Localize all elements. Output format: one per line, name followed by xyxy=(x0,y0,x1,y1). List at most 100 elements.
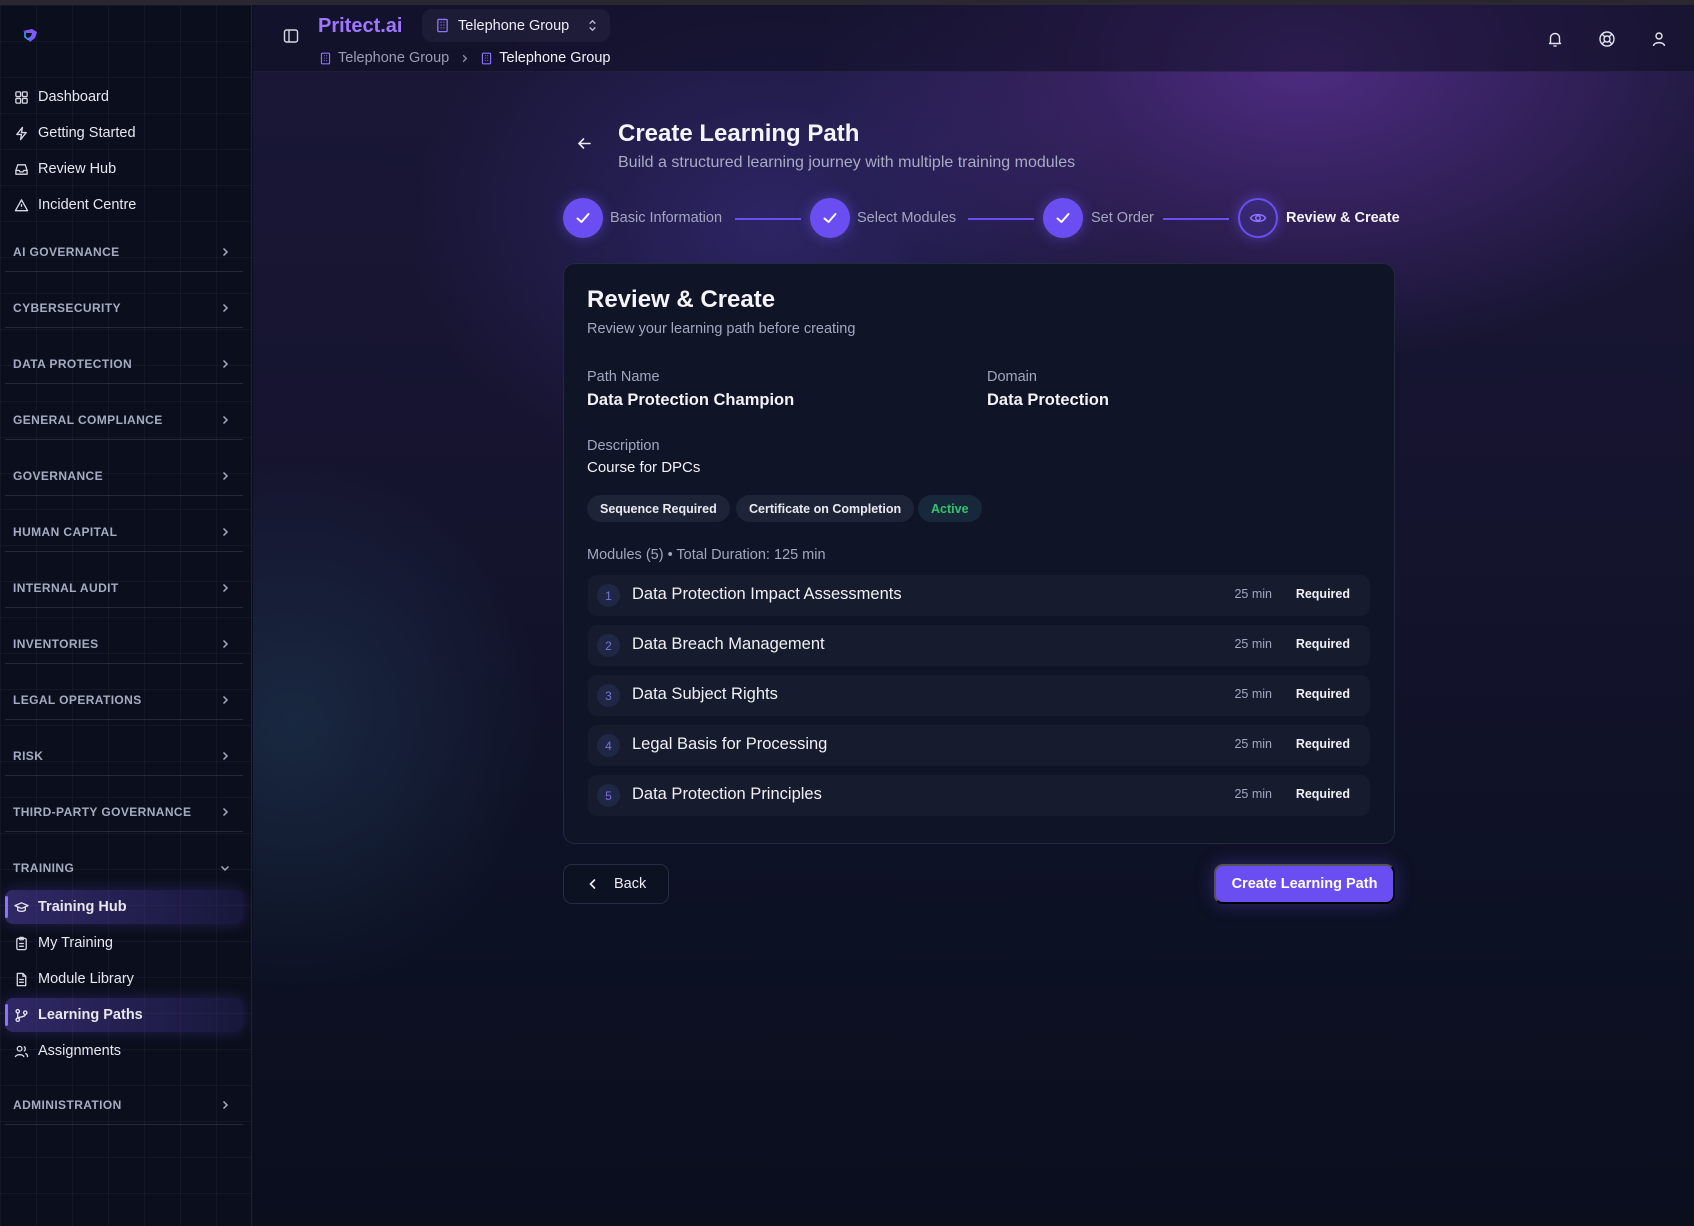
step-label: Basic Information xyxy=(610,210,723,226)
module-duration: 25 min xyxy=(1234,787,1272,801)
step-connector xyxy=(968,218,1034,220)
module-required-label: Required xyxy=(1295,787,1350,801)
step-connector xyxy=(735,218,801,220)
modules-summary: Modules (5) • Total Duration: 125 min xyxy=(587,547,826,563)
chevron-right-icon xyxy=(459,53,470,64)
module-row: 4 Legal Basis for Processing 25 min Requ… xyxy=(588,725,1370,766)
clipboard-icon xyxy=(13,935,29,951)
step-basic-information[interactable] xyxy=(563,198,603,238)
organization-switcher[interactable]: Telephone Group xyxy=(422,9,610,42)
module-number: 3 xyxy=(597,684,620,707)
section-third-party-governance[interactable]: THIRD-PARTY GOVERNANCE xyxy=(5,792,243,832)
chevron-left-icon xyxy=(589,879,596,889)
sidebar-item-label: Assignments xyxy=(38,1043,122,1059)
section-label: HUMAN CAPITAL xyxy=(13,524,118,539)
path-name-value: Data Protection Champion xyxy=(587,391,795,409)
sidebar-item-label: Learning Paths xyxy=(38,1007,143,1023)
section-administration[interactable]: ADMINISTRATION xyxy=(5,1085,243,1125)
section-label: RISK xyxy=(13,748,44,763)
create-learning-path-button[interactable]: Create Learning Path xyxy=(1214,864,1395,904)
section-training[interactable]: TRAINING xyxy=(5,848,243,888)
section-ai-governance[interactable]: AI GOVERNANCE xyxy=(5,232,243,272)
git-branch-icon xyxy=(13,1007,29,1023)
sidebar-item-review-hub[interactable]: Review Hub xyxy=(5,152,243,186)
module-name: Data Protection Principles xyxy=(632,785,822,803)
section-legal-operations[interactable]: LEGAL OPERATIONS xyxy=(5,680,243,720)
graduation-cap-icon xyxy=(13,899,29,915)
sidebar-item-label: Incident Centre xyxy=(38,197,137,213)
module-duration: 25 min xyxy=(1234,587,1272,601)
step-review-create[interactable] xyxy=(1238,198,1278,238)
section-label: AI GOVERNANCE xyxy=(13,244,120,259)
module-number: 1 xyxy=(597,584,620,607)
module-name: Legal Basis for Processing xyxy=(632,735,828,753)
help-lifebuoy-icon[interactable] xyxy=(1598,30,1616,48)
chevron-right-icon xyxy=(219,302,231,314)
chevron-right-icon xyxy=(219,246,231,258)
section-label: LEGAL OPERATIONS xyxy=(13,692,142,707)
sidebar-item-module-library[interactable]: Module Library xyxy=(5,962,243,996)
section-label: CYBERSECURITY xyxy=(13,300,121,315)
top-header: Pritect.ai Telephone Group Telephone Gro… xyxy=(253,5,1694,72)
back-button-label: Back xyxy=(614,876,647,892)
step-select-modules[interactable] xyxy=(810,198,850,238)
step-set-order[interactable] xyxy=(1043,198,1083,238)
sidebar-toggle-icon[interactable] xyxy=(283,28,299,44)
check-icon xyxy=(576,213,590,223)
section-governance[interactable]: GOVERNANCE xyxy=(5,456,243,496)
step-label: Set Order xyxy=(1091,210,1154,226)
users-icon xyxy=(13,1043,29,1059)
sidebar-item-my-training[interactable]: My Training xyxy=(5,926,243,960)
section-human-capital[interactable]: HUMAN CAPITAL xyxy=(5,512,243,552)
sidebar-item-assignments[interactable]: Assignments xyxy=(5,1034,243,1068)
check-icon xyxy=(1056,213,1070,223)
sidebar-item-dashboard[interactable]: Dashboard xyxy=(5,80,243,114)
module-number: 5 xyxy=(597,784,620,807)
section-inventories[interactable]: INVENTORIES xyxy=(5,624,243,664)
chevron-right-icon xyxy=(219,638,231,650)
sidebar-item-getting-started[interactable]: Getting Started xyxy=(5,116,243,150)
organization-name: Telephone Group xyxy=(458,17,570,34)
chevron-right-icon xyxy=(219,1099,231,1111)
back-button[interactable]: Back xyxy=(563,864,669,904)
chevron-right-icon xyxy=(219,470,231,482)
module-row: 3 Data Subject Rights 25 min Required xyxy=(588,675,1370,716)
section-data-protection[interactable]: DATA PROTECTION xyxy=(5,344,243,384)
sidebar-item-learning-paths[interactable]: Learning Paths xyxy=(5,998,243,1032)
step-connector xyxy=(1163,218,1229,220)
back-arrow-icon[interactable] xyxy=(576,135,593,152)
pritect-logo-icon[interactable] xyxy=(20,27,40,47)
step-label: Select Modules xyxy=(857,210,957,226)
chevron-up-down-icon xyxy=(585,18,600,33)
bell-icon[interactable] xyxy=(1546,30,1564,48)
section-internal-audit[interactable]: INTERNAL AUDIT xyxy=(5,568,243,608)
chevron-right-icon xyxy=(219,358,231,370)
module-required-label: Required xyxy=(1295,637,1350,651)
chevron-right-icon xyxy=(219,526,231,538)
page-subtitle: Build a structured learning journey with… xyxy=(618,154,1076,171)
breadcrumb-current: Telephone Group xyxy=(499,50,611,66)
section-general-compliance[interactable]: GENERAL COMPLIANCE xyxy=(5,400,243,440)
section-label: INTERNAL AUDIT xyxy=(13,580,119,595)
sidebar-item-label: Review Hub xyxy=(38,161,117,177)
path-name-label: Path Name xyxy=(587,369,660,385)
brand-name[interactable]: Pritect.ai xyxy=(318,15,402,38)
page-title: Create Learning Path xyxy=(618,120,860,147)
sidebar-item-incident-centre[interactable]: Incident Centre xyxy=(5,188,243,222)
sidebar-item-training-hub[interactable]: Training Hub xyxy=(5,890,243,924)
sidebar: Dashboard Getting Started Review Hub Inc… xyxy=(0,5,252,1226)
main-content: Pritect.ai Telephone Group Telephone Gro… xyxy=(253,5,1694,1226)
user-icon[interactable] xyxy=(1650,30,1668,48)
section-label: THIRD-PARTY GOVERNANCE xyxy=(13,804,192,819)
section-cybersecurity[interactable]: CYBERSECURITY xyxy=(5,288,243,328)
breadcrumb-link[interactable]: Telephone Group xyxy=(338,50,449,66)
building-icon xyxy=(319,52,332,65)
module-number: 4 xyxy=(597,734,620,757)
section-label: GENERAL COMPLIANCE xyxy=(13,412,163,427)
status-badge: Active xyxy=(918,495,982,522)
section-label: GOVERNANCE xyxy=(13,468,104,483)
module-required-label: Required xyxy=(1295,737,1350,751)
chevron-down-icon xyxy=(219,862,231,874)
section-risk[interactable]: RISK xyxy=(5,736,243,776)
grid-icon xyxy=(13,89,29,105)
